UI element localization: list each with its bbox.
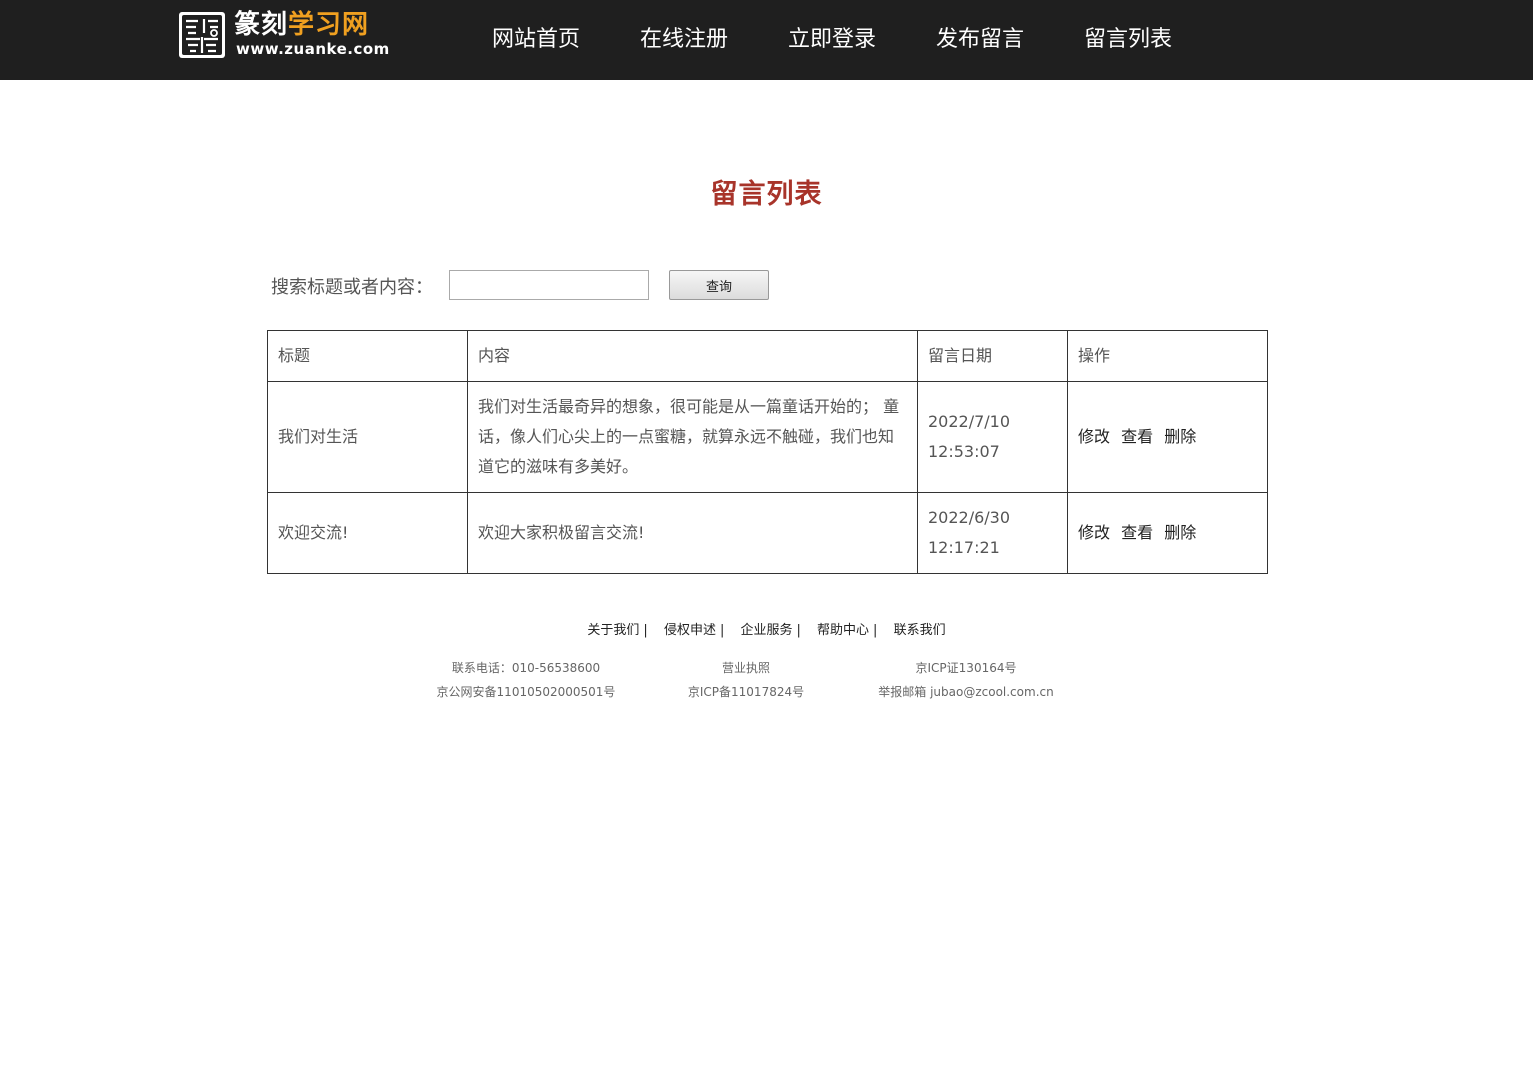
row-date: 2022/6/30 12:17:21 <box>917 492 1068 574</box>
footer-enterprise[interactable]: 企业服务 <box>740 623 792 638</box>
view-link[interactable]: 查看 <box>1121 523 1153 542</box>
footer-contact[interactable]: 联系我们 <box>894 623 946 638</box>
logo-url: www.zuanke.com <box>236 40 390 58</box>
row-content: 欢迎大家积极留言交流! <box>467 492 918 574</box>
row-title: 我们对生活 <box>267 381 468 493</box>
footer-help[interactable]: 帮助中心 <box>817 623 869 638</box>
row-content: 我们对生活最奇异的想象，很可能是从一篇童话开始的； 童话，像人们心尖上的一点蜜糖… <box>467 381 918 493</box>
search-input[interactable] <box>449 270 649 300</box>
footer-links: 关于我们 | 侵权申述 | 企业服务 | 帮助中心 | 联系我们 <box>0 619 1533 638</box>
edit-link[interactable]: 修改 <box>1078 427 1110 446</box>
delete-link[interactable]: 删除 <box>1164 427 1196 446</box>
nav-register[interactable]: 在线注册 <box>610 5 758 75</box>
row-actions: 修改 查看 删除 <box>1067 381 1268 493</box>
message-table: 标题 内容 留言日期 操作 我们对生活 我们对生活最奇异的想象，很可能是从一篇童… <box>267 330 1268 574</box>
nav-post-message[interactable]: 发布留言 <box>906 5 1054 75</box>
row-title: 欢迎交流! <box>267 492 468 574</box>
footer-phone: 联系电话：010-56538600 <box>451 661 601 675</box>
page-title: 留言列表 <box>710 179 823 210</box>
table-header-row: 标题 内容 留言日期 操作 <box>267 330 1268 382</box>
footer-infringement[interactable]: 侵权申述 <box>664 623 716 638</box>
footer-icp-record: 京ICP备11017824号 <box>687 685 805 699</box>
table-row: 欢迎交流! 欢迎大家积极留言交流! 2022/6/30 12:17:21 修改 … <box>267 492 1268 574</box>
view-link[interactable]: 查看 <box>1121 427 1153 446</box>
nav-message-list[interactable]: 留言列表 <box>1054 5 1202 75</box>
footer-report-email: 举报邮箱 jubao@zcool.com.cn <box>878 685 1054 699</box>
header-date: 留言日期 <box>917 330 1068 382</box>
footer-separator: | <box>719 623 725 638</box>
table-row: 我们对生活 我们对生活最奇异的想象，很可能是从一篇童话开始的； 童话，像人们心尖… <box>267 381 1268 493</box>
footer-about-us[interactable]: 关于我们 <box>587 623 639 638</box>
seal-logo-icon <box>179 12 225 58</box>
row-date: 2022/7/10 12:53:07 <box>917 381 1068 493</box>
row-actions: 修改 查看 删除 <box>1067 492 1268 574</box>
footer-separator: | <box>643 623 648 638</box>
logo-name: 篆刻学习网 <box>234 10 369 40</box>
header-title: 标题 <box>267 330 468 382</box>
main-nav: 网站首页 在线注册 立即登录 发布留言 留言列表 <box>462 0 1202 80</box>
nav-login[interactable]: 立即登录 <box>758 5 906 75</box>
top-navbar: 篆刻学习网 www.zuanke.com 网站首页 在线注册 立即登录 发布留言… <box>0 0 1533 80</box>
footer-icp-cert: 京ICP证130164号 <box>915 661 1017 675</box>
header-actions: 操作 <box>1067 330 1268 382</box>
search-button[interactable]: 查询 <box>669 270 769 300</box>
site-logo[interactable]: 篆刻学习网 www.zuanke.com <box>178 10 389 60</box>
footer-police-record: 京公网安备11010502000501号 <box>436 685 616 699</box>
footer-separator: | <box>873 623 878 638</box>
nav-home[interactable]: 网站首页 <box>462 5 610 75</box>
header-content: 内容 <box>467 330 918 382</box>
delete-link[interactable]: 删除 <box>1164 523 1196 542</box>
logo-name-part1: 篆刻 <box>234 10 289 40</box>
footer-separator: | <box>796 623 801 638</box>
footer-license[interactable]: 营业执照 <box>666 659 826 676</box>
edit-link[interactable]: 修改 <box>1078 523 1110 542</box>
search-label: 搜索标题或者内容： <box>271 277 433 298</box>
logo-name-part2: 学习网 <box>288 10 370 40</box>
